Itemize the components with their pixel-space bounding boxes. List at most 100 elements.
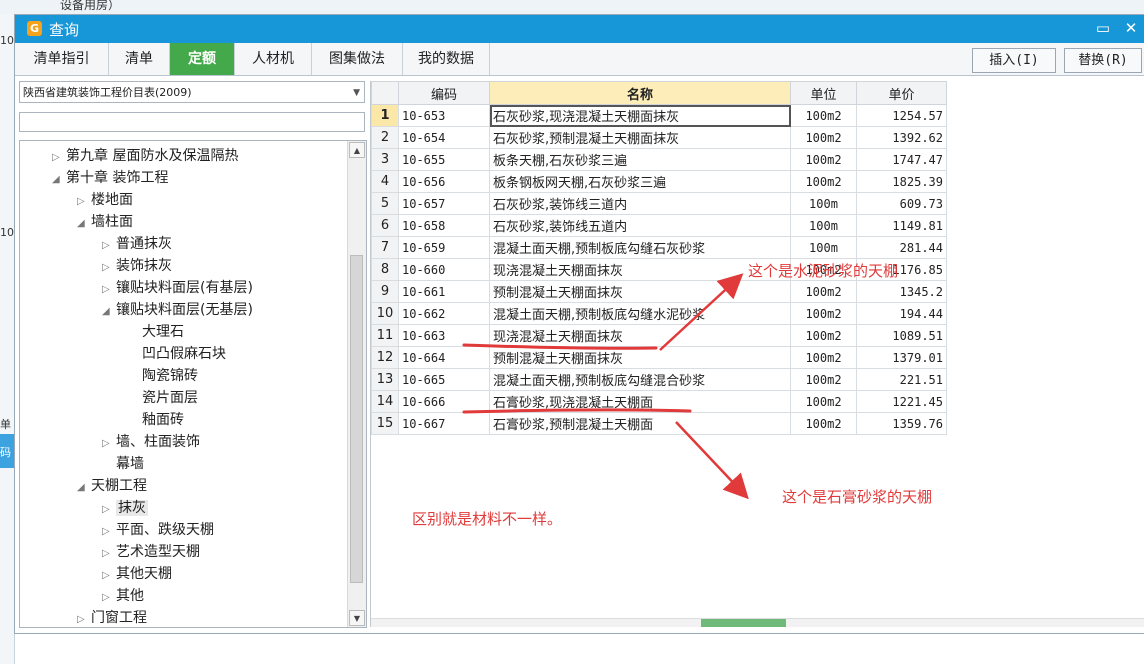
price-cell[interactable]: 1221.45	[856, 390, 947, 413]
name-cell[interactable]: 混凝土面天棚,预制板底勾缝水泥砂浆	[489, 302, 791, 325]
unit-cell[interactable]: 100m2	[790, 412, 857, 435]
tree-item[interactable]: ▷ 抹灰	[102, 497, 148, 519]
name-cell[interactable]: 混凝土面天棚,预制板底勾缝石灰砂浆	[489, 236, 791, 259]
tab-atlas-method[interactable]: 图集做法	[312, 43, 403, 75]
row-number[interactable]: 7	[371, 236, 399, 259]
replace-button[interactable]: 替换(R)	[1064, 48, 1142, 73]
tab-my-data[interactable]: 我的数据	[403, 43, 490, 75]
scroll-grip-icon[interactable]	[701, 619, 786, 627]
maximize-icon[interactable]: ▭	[1093, 18, 1113, 38]
price-cell[interactable]: 1359.76	[856, 412, 947, 435]
code-cell[interactable]: 10-658	[398, 214, 490, 237]
name-cell[interactable]: 现浇混凝土天棚面抹灰	[489, 258, 791, 281]
table-row[interactable]: 11 10-663 现浇混凝土天棚面抹灰 100m2 1089.51	[371, 324, 947, 347]
close-icon[interactable]: ✕	[1121, 18, 1141, 38]
price-cell[interactable]: 1392.62	[856, 126, 947, 149]
code-cell[interactable]: 10-665	[398, 368, 490, 391]
code-cell[interactable]: 10-657	[398, 192, 490, 215]
expand-arrow-icon[interactable]: ▷	[102, 499, 116, 521]
unit-cell[interactable]: 100m2	[790, 126, 857, 149]
collapse-arrow-icon[interactable]: ◢	[77, 477, 91, 499]
unit-cell[interactable]: 100m2	[790, 104, 857, 127]
code-cell[interactable]: 10-664	[398, 346, 490, 369]
row-number[interactable]: 10	[371, 302, 399, 325]
tree-item[interactable]: ▷ 第九章 屋面防水及保温隔热	[52, 145, 238, 167]
code-cell[interactable]: 10-655	[398, 148, 490, 171]
price-cell[interactable]: 1825.39	[856, 170, 947, 193]
code-cell[interactable]: 10-660	[398, 258, 490, 281]
name-cell[interactable]: 现浇混凝土天棚面抹灰	[489, 324, 791, 347]
price-cell[interactable]: 1747.47	[856, 148, 947, 171]
expand-arrow-icon[interactable]: ▷	[77, 609, 91, 627]
price-cell[interactable]: 194.44	[856, 302, 947, 325]
name-cell[interactable]: 预制混凝土天棚面抹灰	[489, 346, 791, 369]
insert-button[interactable]: 插入(I)	[972, 48, 1056, 73]
tree-item[interactable]: ▷ 镶贴块料面层(有基层)	[102, 277, 253, 299]
code-cell[interactable]: 10-666	[398, 390, 490, 413]
price-cell[interactable]: 281.44	[856, 236, 947, 259]
scroll-down-icon[interactable]: ▼	[349, 610, 365, 626]
unit-cell[interactable]: 100m2	[790, 346, 857, 369]
table-row[interactable]: 15 10-667 石膏砂浆,预制混凝土天棚面 100m2 1359.76	[371, 412, 947, 435]
column-header-unit[interactable]: 单位	[790, 81, 857, 105]
grid-horizontal-scrollbar[interactable]	[371, 618, 1144, 627]
expand-arrow-icon[interactable]: ▷	[102, 433, 116, 455]
tree-item[interactable]: ◢ 镶贴块料面层(无基层)	[102, 299, 253, 321]
code-cell[interactable]: 10-659	[398, 236, 490, 259]
column-header-name[interactable]: 名称	[489, 81, 791, 105]
table-row[interactable]: 6 10-658 石灰砂浆,装饰线五道内 100m 1149.81	[371, 214, 947, 237]
price-cell[interactable]: 221.51	[856, 368, 947, 391]
code-cell[interactable]: 10-662	[398, 302, 490, 325]
tree-item[interactable]: 陶瓷锦砖	[128, 365, 198, 387]
name-cell[interactable]: 石灰砂浆,预制混凝土天棚面抹灰	[489, 126, 791, 149]
row-number[interactable]: 13	[371, 368, 399, 391]
price-cell[interactable]: 1149.81	[856, 214, 947, 237]
price-cell[interactable]: 1345.2	[856, 280, 947, 303]
code-cell[interactable]: 10-654	[398, 126, 490, 149]
table-row[interactable]: 14 10-666 石膏砂浆,现浇混凝土天棚面 100m2 1221.45	[371, 390, 947, 413]
tree-item[interactable]: ▷ 门窗工程	[77, 607, 147, 627]
expand-arrow-icon[interactable]: ▷	[102, 235, 116, 257]
tree-item[interactable]: ▷ 墙、柱面装饰	[102, 431, 200, 453]
code-cell[interactable]: 10-653	[398, 104, 490, 127]
table-row[interactable]: 3 10-655 板条天棚,石灰砂浆三遍 100m2 1747.47	[371, 148, 947, 171]
unit-cell[interactable]: 100m2	[790, 324, 857, 347]
price-cell[interactable]: 1379.01	[856, 346, 947, 369]
unit-cell[interactable]: 100m	[790, 192, 857, 215]
expand-arrow-icon[interactable]: ▷	[102, 543, 116, 565]
row-number[interactable]: 4	[371, 170, 399, 193]
price-cell[interactable]: 609.73	[856, 192, 947, 215]
expand-arrow-icon[interactable]: ▷	[102, 565, 116, 587]
row-number[interactable]: 15	[371, 412, 399, 435]
name-cell[interactable]: 石灰砂浆,装饰线五道内	[489, 214, 791, 237]
unit-cell[interactable]: 100m2	[790, 148, 857, 171]
unit-cell[interactable]: 100m2	[790, 170, 857, 193]
tree-item[interactable]: ◢ 墙柱面	[77, 211, 133, 233]
table-row[interactable]: 4 10-656 板条钢板网天棚,石灰砂浆三遍 100m2 1825.39	[371, 170, 947, 193]
name-cell[interactable]: 预制混凝土天棚面抹灰	[489, 280, 791, 303]
tree-item[interactable]: ▷ 艺术造型天棚	[102, 541, 200, 563]
row-number[interactable]: 1	[371, 104, 399, 127]
table-row[interactable]: 12 10-664 预制混凝土天棚面抹灰 100m2 1379.01	[371, 346, 947, 369]
expand-arrow-icon[interactable]: ▷	[102, 257, 116, 279]
tree-item[interactable]: ▷ 平面、跌级天棚	[102, 519, 214, 541]
title-bar[interactable]: G 查询 ▭ ✕	[15, 15, 1144, 43]
tree-item[interactable]: 大理石	[128, 321, 184, 343]
tree-item[interactable]: 凹凸假麻石块	[128, 343, 226, 365]
price-cell[interactable]: 1254.57	[856, 104, 947, 127]
code-cell[interactable]: 10-663	[398, 324, 490, 347]
tree-item[interactable]: ▷ 其他天棚	[102, 563, 172, 585]
tree-item[interactable]: 幕墙	[102, 453, 144, 475]
tree-scrollbar[interactable]: ▲ ▼	[347, 141, 366, 627]
tree-item[interactable]: ▷ 楼地面	[77, 189, 133, 211]
unit-cell[interactable]: 100m2	[790, 390, 857, 413]
row-number[interactable]: 9	[371, 280, 399, 303]
tree-item[interactable]: ◢ 第十章 装饰工程	[52, 167, 168, 189]
name-cell[interactable]: 混凝土面天棚,预制板底勾缝混合砂浆	[489, 368, 791, 391]
table-row[interactable]: 5 10-657 石灰砂浆,装饰线三道内 100m 609.73	[371, 192, 947, 215]
scroll-thumb[interactable]	[350, 255, 363, 583]
name-cell[interactable]: 石膏砂浆,现浇混凝土天棚面	[489, 390, 791, 413]
tab-labor-material-machine[interactable]: 人材机	[235, 43, 312, 75]
tree-item[interactable]: ▷ 其他	[102, 585, 144, 607]
row-number[interactable]: 14	[371, 390, 399, 413]
